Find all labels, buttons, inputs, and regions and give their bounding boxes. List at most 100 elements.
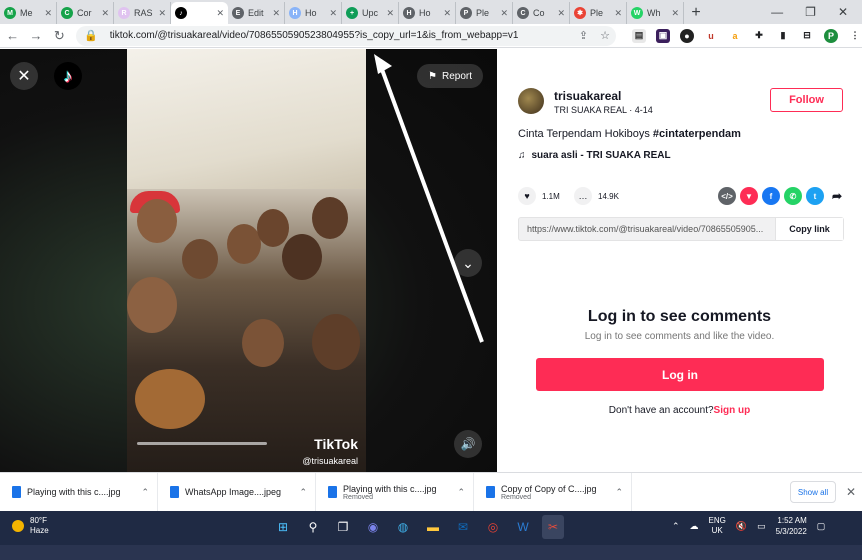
snipping-tool-icon[interactable]: ✂ [542, 515, 564, 539]
facebook-icon[interactable]: f [762, 187, 780, 205]
chrome-icon[interactable]: ◎ [482, 515, 504, 539]
share-arrow-icon[interactable]: ➦ [828, 187, 846, 205]
battery-icon[interactable]: ▭ [757, 521, 766, 532]
sidebar-icon[interactable]: ▮ [775, 28, 790, 43]
browser-tab[interactable]: ✱ Ple ✕ [570, 2, 627, 24]
browser-tab[interactable]: E Edit ✕ [228, 2, 285, 24]
clock[interactable]: 1:52 AM 5/3/2022 [776, 515, 807, 537]
close-tab-icon[interactable]: ✕ [272, 8, 280, 19]
word-icon[interactable]: W [512, 515, 534, 539]
restore-button[interactable]: ❐ [805, 5, 816, 19]
signup-link[interactable]: Sign up [714, 405, 751, 416]
share-link-text[interactable]: https://www.tiktok.com/@trisuakareal/vid… [519, 224, 775, 234]
edge-icon[interactable]: ◍ [392, 515, 414, 539]
download-item[interactable]: Copy of Copy of C....jpg Removed ⌃ [474, 473, 632, 511]
tab-favicon-icon: R [118, 7, 130, 19]
bookmark-star-icon[interactable]: ☆ [600, 29, 616, 42]
extension-icon[interactable]: ● [679, 28, 694, 43]
menu-icon[interactable]: ⋮ [847, 28, 862, 43]
close-tab-icon[interactable]: ✕ [44, 8, 52, 19]
download-item[interactable]: Playing with this c....jpg Removed ⌃ [316, 473, 474, 511]
close-downloads-button[interactable]: ✕ [846, 485, 856, 499]
heart-icon[interactable]: ♥ [518, 187, 536, 205]
new-tab-button[interactable]: + [684, 2, 708, 24]
browser-tab[interactable]: ♪ ✕ [171, 2, 228, 24]
browser-tab[interactable]: H Ho ✕ [399, 2, 456, 24]
comment-icon[interactable]: … [574, 187, 592, 205]
video-progress-bar[interactable] [137, 442, 267, 445]
close-tab-icon[interactable]: ✕ [101, 8, 109, 19]
extension-icon[interactable]: ▣ [655, 28, 670, 43]
signup-prompt: Don't have an account?Sign up [497, 405, 862, 416]
mute-icon[interactable]: 🔇 [736, 521, 747, 532]
task-view-icon[interactable]: ❐ [332, 515, 354, 539]
puzzle-icon[interactable]: ✚ [751, 28, 766, 43]
address-bar[interactable]: 🔒 tiktok.com/@trisuakareal/video/7086550… [76, 25, 616, 46]
close-tab-icon[interactable]: ✕ [158, 8, 166, 19]
weather-widget[interactable]: 80°F Haze [12, 516, 49, 536]
browser-tab[interactable]: W Wh ✕ [627, 2, 684, 24]
chevron-up-icon[interactable]: ⌃ [672, 521, 680, 532]
video-player[interactable]: TikTok @trisuakareal [127, 49, 366, 472]
chevron-up-icon[interactable]: ⌃ [141, 487, 149, 498]
tab-favicon-icon: H [289, 7, 301, 19]
tab-title: Me [20, 8, 33, 18]
browser-tab[interactable]: + Upc ✕ [342, 2, 399, 24]
browser-tab[interactable]: C Co ✕ [513, 2, 570, 24]
file-explorer-icon[interactable]: ▬ [422, 515, 444, 539]
whatsapp-icon[interactable]: ✆ [784, 187, 802, 205]
comment-stat[interactable]: … 14.9K [574, 187, 619, 205]
hashtag-link[interactable]: #cintaterpendam [653, 128, 741, 140]
extension-icon[interactable]: a [727, 28, 742, 43]
close-window-button[interactable]: ✕ [838, 5, 848, 19]
browser-tab[interactable]: C Cor ✕ [57, 2, 114, 24]
tiktok-logo-icon[interactable]: ♪ [54, 62, 82, 90]
search-icon[interactable]: ⚲ [302, 515, 324, 539]
forward-button[interactable]: → [29, 28, 43, 43]
close-tab-icon[interactable]: ✕ [500, 8, 508, 19]
download-item[interactable]: WhatsApp Image....jpeg ⌃ [158, 473, 316, 511]
author-username[interactable]: trisuakareal [554, 89, 621, 103]
close-tab-icon[interactable]: ✕ [671, 8, 679, 19]
twitter-icon[interactable]: t [806, 187, 824, 205]
download-item[interactable]: Playing with this c....jpg ⌃ [0, 473, 158, 511]
language-indicator[interactable]: ENG UK [709, 516, 726, 536]
reload-button[interactable]: ↻ [53, 28, 66, 44]
close-tab-icon[interactable]: ✕ [443, 8, 451, 19]
follow-button[interactable]: Follow [770, 88, 843, 112]
close-tab-icon[interactable]: ✕ [614, 8, 622, 19]
close-tab-icon[interactable]: ✕ [329, 8, 337, 19]
music-link[interactable]: ♫ suara asli - TRI SUAKA REAL [518, 150, 671, 161]
copy-link-button[interactable]: Copy link [775, 218, 843, 240]
browser-tab[interactable]: P Ple ✕ [456, 2, 513, 24]
like-stat[interactable]: ♥ 1.1M [518, 187, 560, 205]
show-all-button[interactable]: Show all [790, 481, 836, 503]
extension-icon[interactable]: u [703, 28, 718, 43]
chevron-up-icon[interactable]: ⌃ [299, 487, 307, 498]
notification-icon[interactable]: ▢ [817, 521, 826, 532]
embed-icon[interactable]: </> [718, 187, 736, 205]
login-button[interactable]: Log in [536, 358, 824, 391]
minimize-button[interactable]: — [771, 5, 783, 19]
close-tab-icon[interactable]: ✕ [386, 8, 394, 19]
cloud-icon[interactable]: ☁ [690, 521, 699, 532]
mail-icon[interactable]: ✉ [452, 515, 474, 539]
close-tab-icon[interactable]: ✕ [557, 8, 565, 19]
back-button[interactable]: ← [6, 28, 19, 43]
browser-tab[interactable]: M Me ✕ [0, 2, 57, 24]
browser-tab[interactable]: H Ho ✕ [285, 2, 342, 24]
chevron-up-icon[interactable]: ⌃ [615, 487, 623, 498]
profile-avatar[interactable]: P [823, 28, 838, 43]
send-to-friends-icon[interactable]: ▼ [740, 187, 758, 205]
author-avatar[interactable] [518, 88, 544, 114]
start-icon[interactable]: ⊞ [272, 515, 294, 539]
extension-icon[interactable]: ▤ [631, 28, 646, 43]
close-video-button[interactable]: ✕ [10, 62, 38, 90]
volume-button[interactable]: 🔊 [454, 430, 482, 458]
share-icon[interactable]: ⇪ [579, 29, 594, 42]
tab-search-icon[interactable]: ⊟ [799, 28, 814, 43]
teams-icon[interactable]: ◉ [362, 515, 384, 539]
close-tab-icon[interactable]: ✕ [216, 8, 224, 19]
browser-tab[interactable]: R RAS ✕ [114, 2, 171, 24]
chevron-up-icon[interactable]: ⌃ [457, 487, 465, 498]
